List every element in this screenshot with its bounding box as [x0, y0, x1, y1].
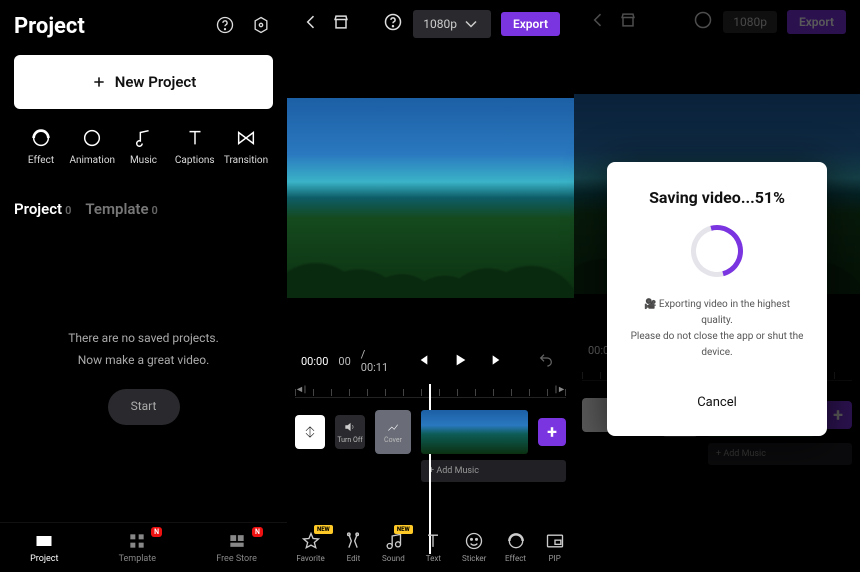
- settings-icon[interactable]: [251, 15, 271, 39]
- export-button[interactable]: Export: [501, 12, 560, 36]
- saving-description: 🎥 Exporting video in the highest quality…: [627, 297, 807, 361]
- next-button[interactable]: [484, 352, 512, 371]
- badge-new: NEW: [394, 525, 413, 534]
- tool-animation[interactable]: Animation: [69, 127, 115, 166]
- tool-music[interactable]: Music: [121, 127, 167, 166]
- nav-project[interactable]: Project: [30, 531, 58, 564]
- badge-new: N: [252, 527, 263, 537]
- etool-sticker[interactable]: Sticker: [462, 531, 486, 563]
- track-btn-label: Cover: [384, 436, 402, 444]
- play-button[interactable]: [446, 352, 474, 371]
- etool-label: Favorite: [296, 554, 324, 563]
- bottom-nav: Project N Template N Free Store: [0, 522, 287, 572]
- etool-effect[interactable]: Effect: [505, 531, 526, 563]
- tab-label: Template: [85, 200, 148, 218]
- tab-count: 0: [65, 204, 71, 217]
- undo-button[interactable]: [532, 352, 560, 371]
- tool-label: Effect: [28, 155, 54, 166]
- reorder-button[interactable]: [295, 415, 325, 449]
- empty-line-2: Now make a great video.: [0, 350, 287, 372]
- time-total: / 00:11: [361, 348, 388, 374]
- tool-effect[interactable]: Effect: [18, 127, 64, 166]
- quick-tools-row: Effect Animation Music Captions Transiti…: [0, 109, 287, 176]
- help-icon[interactable]: [383, 12, 403, 36]
- tool-captions[interactable]: Captions: [172, 127, 218, 166]
- progress-spinner: [681, 215, 752, 286]
- video-track: Turn Off Cover +: [295, 410, 566, 454]
- video-preview[interactable]: [287, 98, 574, 298]
- saving-modal: Saving video...51% 🎥 Exporting video in …: [607, 162, 827, 436]
- etool-label: Text: [426, 554, 441, 563]
- nav-label: Project: [30, 554, 58, 564]
- add-clip-button[interactable]: +: [538, 418, 566, 446]
- new-project-button[interactable]: New Project: [14, 55, 273, 109]
- etool-text[interactable]: Text: [423, 531, 443, 563]
- tool-transition[interactable]: Transition: [223, 127, 269, 166]
- etool-favorite[interactable]: NEW Favorite: [296, 531, 324, 563]
- time-current: 00:00: [301, 355, 328, 368]
- editor-tools-bar: NEW Favorite Edit NEW Sound Text Sticker…: [287, 522, 574, 572]
- badge-new: N: [151, 527, 162, 537]
- resolution-value: 1080p: [423, 17, 457, 31]
- editor-pane: 1080p Export 00:00 00 / 00:11 ◄||► Turn O…: [287, 0, 574, 572]
- etool-label: PIP: [549, 554, 561, 563]
- nav-free-store[interactable]: N Free Store: [216, 531, 257, 564]
- editor-top-bar: 1080p Export: [287, 0, 574, 48]
- empty-line-1: There are no saved projects.: [0, 328, 287, 350]
- mute-button[interactable]: Turn Off: [335, 415, 365, 449]
- etool-label: Effect: [505, 554, 526, 563]
- nav-label: Free Store: [216, 554, 257, 564]
- playback-bar: 00:00 00 / 00:11: [287, 338, 574, 384]
- nav-label: Template: [119, 554, 156, 564]
- etool-pip[interactable]: PIP: [545, 531, 565, 563]
- new-project-label: New Project: [115, 73, 197, 91]
- tool-label: Captions: [175, 155, 215, 166]
- etool-label: Sound: [382, 554, 405, 563]
- start-button[interactable]: Start: [108, 389, 180, 425]
- etool-label: Edit: [347, 554, 361, 563]
- tab-project[interactable]: Project0: [14, 200, 71, 218]
- etool-label: Sticker: [462, 554, 486, 563]
- saving-title: Saving video...51%: [627, 188, 807, 207]
- tool-label: Music: [130, 155, 157, 166]
- export-pane: 1080p Export 00:00/ 00:11 + + Add Music …: [574, 0, 860, 572]
- page-title: Project: [14, 14, 85, 39]
- tool-label: Transition: [224, 155, 268, 166]
- empty-state: There are no saved projects. Now make a …: [0, 328, 287, 425]
- track-btn-label: Turn Off: [337, 436, 362, 444]
- back-icon[interactable]: [301, 12, 321, 36]
- cover-button[interactable]: Cover: [375, 410, 411, 454]
- time-frac: 00: [338, 355, 350, 368]
- project-header: Project: [0, 0, 287, 49]
- cancel-button[interactable]: Cancel: [627, 389, 807, 416]
- tab-template[interactable]: Template 0: [85, 200, 157, 218]
- resolution-select[interactable]: 1080p: [413, 10, 491, 38]
- chevron-down-icon: [461, 14, 481, 34]
- tab-count: 0: [152, 204, 158, 217]
- project-home-pane: Project New Project Effect Animation Mus…: [0, 0, 287, 572]
- timeline[interactable]: ◄||► Turn Off Cover + + Add Music: [287, 384, 574, 494]
- help-icon[interactable]: [215, 15, 235, 39]
- etool-sound[interactable]: NEW Sound: [382, 531, 405, 563]
- video-clip[interactable]: [421, 410, 528, 454]
- etool-edit[interactable]: Edit: [343, 531, 363, 563]
- prev-button[interactable]: [408, 352, 436, 371]
- project-tabs: Project0 Template0: [0, 176, 287, 218]
- add-music-label: + Add Music: [429, 466, 479, 476]
- add-music-track[interactable]: + Add Music: [421, 460, 566, 482]
- nav-template[interactable]: N Template: [119, 531, 156, 564]
- tool-label: Animation: [69, 155, 115, 166]
- store-icon[interactable]: [331, 12, 351, 36]
- tab-label: Project: [14, 200, 62, 218]
- badge-new: NEW: [314, 525, 333, 534]
